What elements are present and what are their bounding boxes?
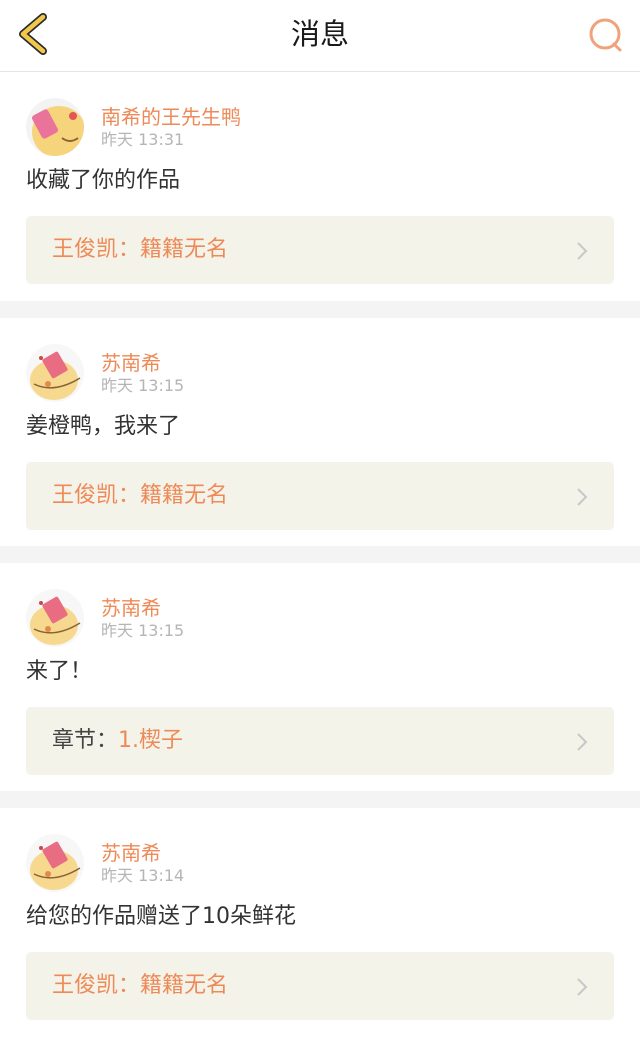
- chapter-title: 1.楔子: [118, 728, 184, 753]
- page-title: 消息: [290, 17, 349, 51]
- work-prefix: 王俊凯：: [52, 237, 141, 262]
- chevron-right-icon: [577, 488, 588, 506]
- work-link-label: 王俊凯：籍籍无名: [52, 234, 228, 266]
- chapter-link-label: 章节：1.楔子: [52, 725, 183, 757]
- work-link[interactable]: 王俊凯：籍籍无名: [26, 216, 614, 284]
- work-link[interactable]: 王俊凯：籍籍无名: [26, 462, 614, 530]
- message-text: 姜橙鸭，我来了: [26, 414, 181, 439]
- username[interactable]: 苏南希: [101, 350, 161, 376]
- message-text: 给您的作品赠送了10朵鲜花: [26, 904, 296, 929]
- username[interactable]: 苏南希: [101, 840, 161, 866]
- message-text: 来了！: [26, 659, 93, 684]
- timestamp: 昨天 13:15: [101, 376, 185, 395]
- chapter-link[interactable]: 章节：1.楔子: [26, 707, 614, 775]
- username[interactable]: 南希的王先生鸭: [101, 104, 241, 130]
- avatar[interactable]: [26, 589, 84, 647]
- avatar-duck-icon: [26, 344, 84, 402]
- notification-item[interactable]: 南希的王先生鸭 昨天 13:31 收藏了你的作品 王俊凯：籍籍无名: [0, 72, 640, 301]
- notification-item[interactable]: 苏南希 昨天 13:15 来了！ 章节：1.楔子: [0, 563, 640, 791]
- message-text: 收藏了你的作品: [26, 168, 181, 193]
- notification-item[interactable]: 苏南希 昨天 13:15 姜橙鸭，我来了 王俊凯：籍籍无名: [0, 318, 640, 546]
- work-prefix: 王俊凯：: [52, 483, 141, 508]
- chevron-right-icon: [577, 733, 588, 751]
- avatar-duck-icon: [26, 834, 84, 892]
- top-bar: 消息: [0, 0, 640, 72]
- chapter-prefix: 章节：: [52, 728, 119, 753]
- search-icon: [589, 18, 622, 52]
- work-title: 籍籍无名: [140, 973, 229, 998]
- avatar[interactable]: [26, 344, 84, 402]
- avatar-duck-icon: [26, 589, 84, 647]
- notification-item[interactable]: 苏南希 昨天 13:14 给您的作品赠送了10朵鲜花 王俊凯：籍籍无名: [0, 808, 640, 1037]
- work-title: 籍籍无名: [140, 483, 229, 508]
- username[interactable]: 苏南希: [101, 595, 161, 621]
- chevron-right-icon: [577, 242, 588, 260]
- work-link-label: 王俊凯：籍籍无名: [52, 970, 228, 1002]
- timestamp: 昨天 13:14: [101, 866, 185, 885]
- timestamp: 昨天 13:31: [101, 130, 185, 149]
- work-link[interactable]: 王俊凯：籍籍无名: [26, 952, 614, 1020]
- chevron-right-icon: [577, 978, 588, 996]
- search-button[interactable]: [586, 15, 626, 55]
- timestamp: 昨天 13:15: [101, 621, 185, 640]
- work-prefix: 王俊凯：: [52, 973, 141, 998]
- work-link-label: 王俊凯：籍籍无名: [52, 480, 228, 512]
- avatar[interactable]: [26, 98, 84, 156]
- avatar-duck-icon: [26, 98, 84, 156]
- work-title: 籍籍无名: [140, 237, 229, 262]
- avatar[interactable]: [26, 834, 84, 892]
